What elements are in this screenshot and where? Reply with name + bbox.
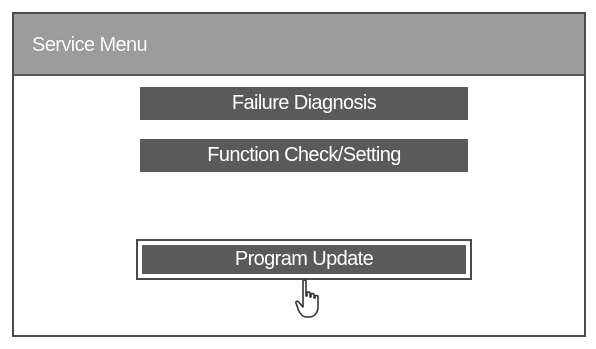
window-title: Service Menu [32, 34, 148, 56]
title-bar: Service Menu [14, 14, 584, 76]
failure-diagnosis-button[interactable]: Failure Diagnosis [140, 87, 468, 120]
function-check-setting-button[interactable]: Function Check/Setting [140, 139, 468, 172]
program-update-button[interactable]: Program Update [136, 239, 472, 280]
pointing-hand-icon [295, 279, 319, 318]
service-menu-window: Service Menu Failure Diagnosis Function … [12, 12, 586, 337]
